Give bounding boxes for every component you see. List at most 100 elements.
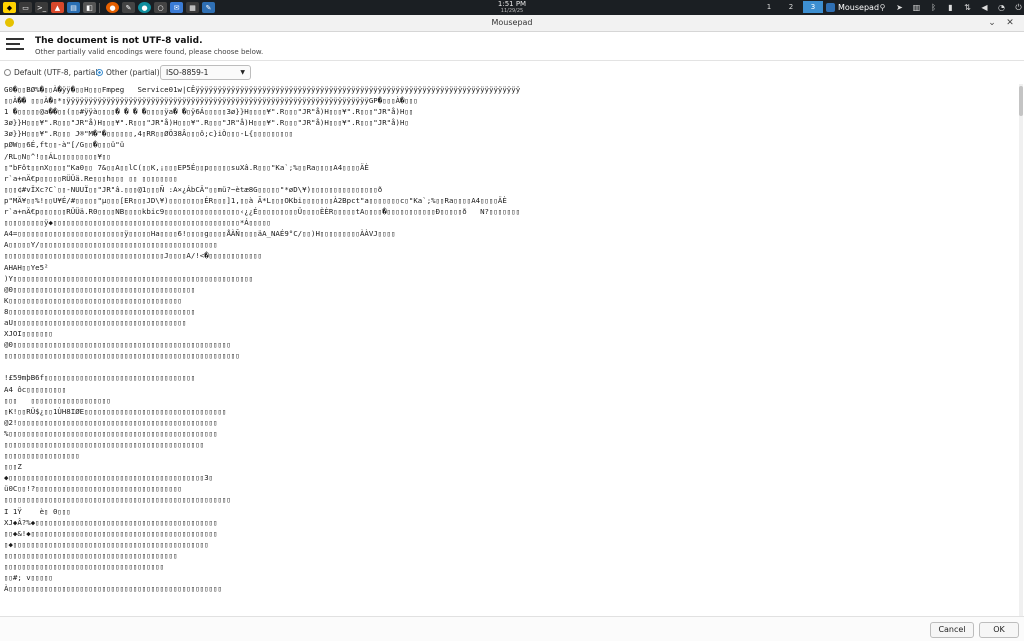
battery-icon[interactable]: ▮: [945, 2, 956, 13]
power-icon[interactable]: ⏻: [1013, 2, 1024, 13]
dialog-buttons: Cancel OK: [0, 616, 1024, 641]
editor-line: 3ø}}H▯▯▯¥".R▯▯▯"JR"å)H▯▯▯¥".R▯▯▯"JR"å)H▯…: [4, 118, 409, 128]
volume-icon[interactable]: ◀: [979, 2, 990, 13]
editor-line: ▯▯▯▯▯▯▯▯▯▯▯▯▯▯▯▯▯: [4, 451, 80, 461]
cancel-button[interactable]: Cancel: [930, 622, 974, 638]
editor-line: @2!▯▯▯▯▯▯▯▯▯▯▯▯▯▯▯▯▯▯▯▯▯▯▯▯▯▯▯▯▯▯▯▯▯▯▯▯▯…: [4, 417, 218, 427]
chevron-down-icon[interactable]: ⌄: [986, 17, 998, 29]
editor-line: 3ø}}H▯▯▯¥".R▯▯▯ J®"M�"�▯▯▯▯▯▯,4▯RR▯▯ØÖ38…: [4, 129, 294, 139]
encoding-select[interactable]: ISO-8859-1 ▼: [160, 65, 251, 80]
file-manager-icon[interactable]: ▤: [67, 2, 80, 13]
editor-line: 1 �▯▯▯▯▯@a��▯▯(▯▯#ÿÿà▯▯▯▯� � � �▯▯▯▯ÿa� …: [4, 107, 414, 117]
menu-lines-icon: [6, 38, 24, 54]
mail-icon[interactable]: ✉: [170, 2, 183, 13]
close-icon[interactable]: ✕: [1004, 17, 1016, 29]
editor-line: A▯▯▯▯▯Y/▯▯▯▯▯▯▯▯▯▯▯▯▯▯▯▯▯▯▯▯▯▯▯▯▯▯▯▯▯▯▯▯…: [4, 240, 218, 250]
editor-line: ◆▯▯▯▯▯▯▯▯▯▯▯▯▯▯▯▯▯▯▯▯▯▯▯▯▯▯▯▯▯▯▯▯▯▯▯▯▯▯▯…: [4, 473, 214, 483]
vertical-scrollbar[interactable]: [1019, 84, 1023, 616]
notifications-icon[interactable]: ◔: [996, 2, 1007, 13]
edge-icon[interactable]: ●: [138, 2, 151, 13]
radio-other-encoding[interactable]: Other (partial):: [96, 68, 162, 77]
clock-date: 11/29/25: [500, 8, 524, 14]
editor-line: @0▯▯▯▯▯▯▯▯▯▯▯▯▯▯▯▯▯▯▯▯▯▯▯▯▯▯▯▯▯▯▯▯▯▯▯▯▯▯…: [4, 340, 231, 350]
github-icon[interactable]: ○: [154, 2, 167, 13]
encoding-options: Default (UTF-8, partial) Other (partial)…: [0, 62, 1024, 85]
text-editor-icon[interactable]: ✎: [122, 2, 135, 13]
system-tray: ⚲ ➤ ▥ ᛒ ▮ ⇅ ◀ ◔ ⏻: [877, 0, 1024, 15]
editor-line: XJOI▯▯▯▯▯▯▯: [4, 329, 53, 339]
workspace-3[interactable]: 3: [803, 1, 823, 13]
scrollbar-thumb[interactable]: [1019, 86, 1023, 116]
ok-button[interactable]: OK: [979, 622, 1019, 638]
mousepad-icon: [826, 3, 835, 12]
editor-line: ▯▯▯¢#vÏXc?C`▯▯-NUUÏ▯▯"JR"â.▯▯▯@1▯▯▯Ñ :A×…: [4, 184, 383, 194]
editor-line: /RL▯N▯^!▯▯ÁL▯▯▯▯▯▯▯▯▯¥▯▯: [4, 151, 111, 161]
encoding-infobar: The document is not UTF-8 valid. Other p…: [0, 32, 1024, 61]
infobar-title: The document is not UTF-8 valid.: [35, 36, 203, 46]
editor-line: ▯▯▯▯▯▯▯▯▯▯▯▯▯▯▯▯▯▯▯▯▯▯▯▯▯▯▯▯▯▯▯▯▯▯▯▯▯▯▯▯…: [4, 351, 240, 361]
files-icon[interactable]: ▦: [186, 2, 199, 13]
editor-line: ▯▯▯▯▯▯▯▯▯▯▯▯▯▯▯▯▯▯▯▯▯▯▯▯▯▯▯▯▯▯▯▯▯▯▯▯▯▯▯▯…: [4, 495, 231, 505]
taskbar-item-mousepad[interactable]: Mousepad: [822, 1, 883, 14]
editor-line: 8▯▯▯▯▯▯▯▯▯▯▯▯▯▯▯▯▯▯▯▯▯▯▯▯▯▯▯▯▯▯▯▯▯▯▯▯▯▯▯…: [4, 306, 196, 316]
editor-line: ü0C▯▯!?▯▯▯▯▯▯▯▯▯▯▯▯▯▯▯▯▯▯▯▯▯▯▯▯▯▯▯▯▯▯▯▯▯: [4, 484, 182, 494]
workspace-2[interactable]: 2: [781, 1, 801, 13]
editor-line: ▯▯▯ ▯▯▯▯▯▯▯▯▯▯▯▯▯▯▯▯▯▯: [4, 395, 111, 405]
editor-line: ▯▯▯▯▯▯▯▯▯ÿ◆▯▯▯▯▯▯▯▯▯▯▯▯▯▯▯▯▯▯▯▯▯▯▯▯▯▯▯▯▯…: [4, 218, 271, 228]
editor-line: ▯▯▯▯▯▯▯▯▯▯▯▯▯▯▯▯▯▯▯▯▯▯▯▯▯▯▯▯▯▯▯▯▯▯▯▯J▯▯▯…: [4, 251, 263, 261]
editor-line: ▯"bFôt▯▯nX▯▯▯▯"Ka0▯▯ 7&▯▯A▯▯lC(▯▯K,¡▯▯▯E…: [4, 162, 369, 172]
clipboard-icon[interactable]: ▥: [911, 2, 922, 13]
radio-default-encoding[interactable]: Default (UTF-8, partial): [4, 68, 100, 77]
window-title: Mousepad: [491, 18, 533, 27]
radio-default-label: Default (UTF-8, partial): [14, 68, 101, 77]
editor-line: G0�▯▯BØ%�▯▯À�ÿÿ�▯▯H▯▯▯Fmpeg Service01w|C…: [4, 85, 521, 94]
encoding-select-value: ISO-8859-1: [166, 68, 209, 77]
editor-line: ▯▯#; v▯▯▯▯▯: [4, 573, 53, 583]
editor-line: r`a+nÄ€p▯▯▯▯▯▯RÜÜä.R0▯▯▯▯NB▯▯▯▯kbic9▯▯▯▯…: [4, 207, 521, 217]
bluetooth-icon[interactable]: ᛒ: [928, 2, 939, 13]
whisker-menu-icon[interactable]: ◆: [3, 2, 16, 13]
taskbar: ◆ ▭ >_ ▲ ▤ ◧ ● ✎ ● ○ ✉ ▦ ✎ 1:51 PM 11/29…: [0, 0, 1024, 15]
clock[interactable]: 1:51 PM 11/29/25: [490, 0, 534, 15]
workspace-1[interactable]: 1: [759, 1, 779, 13]
dropdown-caret-icon: ▼: [240, 69, 245, 76]
editor-line: AHAH▯▯Ye5²: [4, 262, 49, 272]
text-editor-area[interactable]: G0�▯▯BØ%�▯▯À�ÿÿ�▯▯H▯▯▯Fmpeg Service01w|C…: [0, 84, 1024, 616]
editor-line: aU▯▯▯▯▯▯▯▯▯▯▯▯▯▯▯▯▯▯▯▯▯▯▯▯▯▯▯▯▯▯▯▯▯▯▯▯▯▯…: [4, 317, 187, 327]
firefox-icon[interactable]: ●: [106, 2, 119, 13]
infobar-subtitle: Other partially valid encodings were fou…: [35, 48, 264, 56]
editor-line: %▯▯▯▯▯▯▯▯▯▯▯▯▯▯▯▯▯▯▯▯▯▯▯▯▯▯▯▯▯▯▯▯▯▯▯▯▯▯▯…: [4, 428, 218, 438]
editor-line: ▯▯▯Z: [4, 462, 22, 472]
editor-line: A4 ôc▯▯▯▯▯▯▯▯▯: [4, 384, 67, 394]
taskbar-item-label: Mousepad: [838, 3, 880, 12]
radio-indicator: [4, 69, 11, 76]
editor-line: r`a+nÄ€p▯▯▯▯▯RÜÜä.Re▯▯▯h▯▯▯ ▯▯ ▯▯▯▯▯▯▯▯: [4, 173, 178, 183]
editor-line: XJ◆Â?%◆▯▯▯▯▯▯▯▯▯▯▯▯▯▯▯▯▯▯▯▯▯▯▯▯▯▯▯▯▯▯▯▯▯…: [4, 517, 218, 527]
workspace-switcher: 1 2 3: [759, 1, 825, 13]
mousepad-launcher-icon[interactable]: ✎: [202, 2, 215, 13]
editor-line: ▯◆▯▯▯▯▯▯▯▯▯▯▯▯▯▯▯▯▯▯▯▯▯▯▯▯▯▯▯▯▯▯▯▯▯▯▯▯▯▯…: [4, 539, 209, 549]
editor-line: ▯K!▯▯RÜ$¿▯▯1ÙH8IØE▯▯▯▯▯▯▯▯▯▯▯▯▯▯▯▯▯▯▯▯▯▯…: [4, 406, 227, 416]
editor-line: ▯▯◆&!◆▯▯▯▯▯▯▯▯▯▯▯▯▯▯▯▯▯▯▯▯▯▯▯▯▯▯▯▯▯▯▯▯▯▯…: [4, 528, 218, 538]
desktop-icon[interactable]: ▭: [19, 2, 32, 13]
editor-line: ▯▯À�� ▯▯▯À�▯*▯ÿÿÿÿÿÿÿÿÿÿÿÿÿÿÿÿÿÿÿÿÿÿÿÿÿÿ…: [4, 96, 418, 106]
editor-line: @0▯▯▯▯▯▯▯▯▯▯▯▯▯▯▯▯▯▯▯▯▯▯▯▯▯▯▯▯▯▯▯▯▯▯▯▯▯▯…: [4, 284, 196, 294]
editor-line: K▯▯▯▯▯▯▯▯▯▯▯▯▯▯▯▯▯▯▯▯▯▯▯▯▯▯▯▯▯▯▯▯▯▯▯▯▯▯▯: [4, 295, 182, 305]
radio-indicator-selected: [96, 69, 103, 76]
editor-line: ▯▯▯▯▯▯▯▯▯▯▯▯▯▯▯▯▯▯▯▯▯▯▯▯▯▯▯▯▯▯▯▯▯▯▯▯▯▯▯: [4, 550, 178, 560]
pin-icon[interactable]: ⚲: [877, 2, 888, 13]
editor-line: )Y▯▯▯▯▯▯▯▯▯▯▯▯▯▯▯▯▯▯▯▯▯▯▯▯▯▯▯▯▯▯▯▯▯▯▯▯▯▯…: [4, 273, 254, 283]
terminal-icon[interactable]: >_: [35, 2, 48, 13]
app-icon-gray[interactable]: ◧: [83, 2, 96, 13]
editor-line: I 1Ÿ è▯ 0▯▯▯: [4, 506, 71, 516]
editor-line: pØW▯▯6É,ft▯▯-à"[/G▯▯�▯▯▯ü"ü: [4, 140, 125, 150]
send-icon[interactable]: ➤: [894, 2, 905, 13]
app-icon-red[interactable]: ▲: [51, 2, 64, 13]
network-icon[interactable]: ⇅: [962, 2, 973, 13]
taskbar-separator: [99, 2, 100, 13]
editor-line: ▯▯▯▯▯▯▯▯▯▯▯▯▯▯▯▯▯▯▯▯▯▯▯▯▯▯▯▯▯▯▯▯▯▯▯▯▯▯▯▯…: [4, 440, 205, 449]
editor-line: A4=▯▯▯▯▯▯▯▯▯▯▯▯▯▯▯▯▯▯▯▯▯▯▯▯ÿ▯▯▯▯▯Ha▯▯▯▯6…: [4, 229, 396, 239]
radio-other-label: Other (partial):: [106, 68, 163, 77]
window-titlebar[interactable]: Mousepad ⌄ ✕: [0, 15, 1024, 32]
